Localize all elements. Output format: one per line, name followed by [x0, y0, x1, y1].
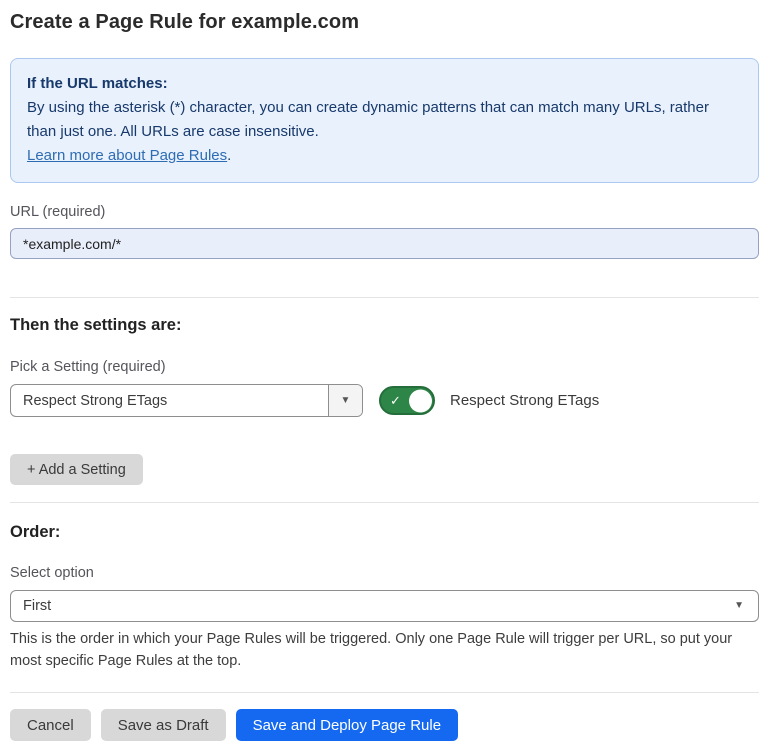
toggle-knob: [409, 389, 432, 412]
create-page-rule-form: Create a Page Rule for example.com If th…: [0, 11, 769, 741]
url-match-info-box: If the URL matches: By using the asteris…: [10, 58, 759, 183]
order-help-text: This is the order in which your Page Rul…: [10, 628, 755, 672]
add-setting-button[interactable]: + Add a Setting: [10, 454, 143, 485]
divider: [10, 502, 759, 503]
footer-actions: Cancel Save as Draft Save and Deploy Pag…: [10, 709, 759, 741]
setting-toggle-label: Respect Strong ETags: [450, 392, 599, 409]
save-as-draft-button[interactable]: Save as Draft: [101, 709, 226, 741]
setting-toggle[interactable]: ✓: [379, 386, 435, 415]
url-input[interactable]: [10, 228, 759, 259]
setting-select-arrow-button[interactable]: ▼: [328, 385, 362, 416]
link-period: .: [227, 147, 231, 164]
url-field-label: URL (required): [10, 204, 759, 220]
info-box-heading: If the URL matches:: [27, 72, 742, 96]
order-select-label: Select option: [10, 565, 759, 581]
order-select-value: First: [23, 598, 734, 614]
settings-section-heading: Then the settings are:: [10, 316, 759, 335]
order-select[interactable]: First ▼: [10, 590, 759, 622]
setting-row: Respect Strong ETags ▼ ✓ Respect Strong …: [10, 384, 759, 417]
setting-select[interactable]: Respect Strong ETags ▼: [10, 384, 363, 417]
chevron-down-icon: ▼: [734, 601, 744, 611]
check-icon: ✓: [390, 393, 401, 409]
learn-more-link[interactable]: Learn more about Page Rules: [27, 147, 227, 164]
chevron-down-icon: ▼: [341, 396, 351, 406]
cancel-button[interactable]: Cancel: [10, 709, 91, 741]
divider: [10, 692, 759, 693]
setting-select-value: Respect Strong ETags: [11, 393, 328, 409]
info-link-line: Learn more about Page Rules.: [27, 144, 742, 168]
save-and-deploy-button[interactable]: Save and Deploy Page Rule: [236, 709, 458, 741]
divider: [10, 297, 759, 298]
page-title: Create a Page Rule for example.com: [10, 11, 759, 34]
info-box-body: By using the asterisk (*) character, you…: [27, 96, 742, 144]
order-section-heading: Order:: [10, 523, 759, 542]
pick-setting-label: Pick a Setting (required): [10, 359, 759, 375]
